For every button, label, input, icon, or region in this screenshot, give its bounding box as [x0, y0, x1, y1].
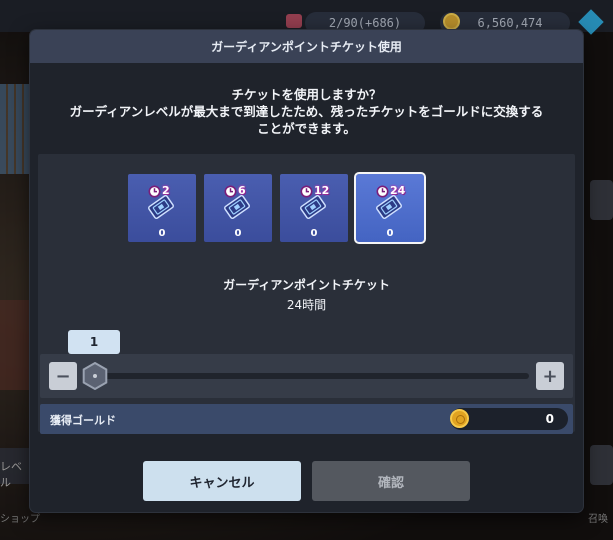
ticket-options: 2 0 6 0 12 0 24 0 — [128, 172, 426, 244]
gold-coin-icon — [450, 409, 469, 428]
ticket-option[interactable]: 24 0 — [354, 172, 426, 244]
ticket-option[interactable]: 12 0 — [280, 174, 348, 242]
message-line: ガーディアンレベルが最大まで到達したため、残ったチケットをゴールドに交換する — [69, 104, 544, 119]
message-line: ことができます。 — [257, 121, 356, 136]
background-level-label: レベル — [0, 448, 30, 489]
slider-track[interactable] — [95, 373, 529, 379]
gold-reward-value: 0 — [545, 412, 554, 426]
ticket-icon — [300, 194, 326, 220]
use-ticket-dialog: ガーディアンポイントチケット使用 チケットを使用しますか？ ガーディアンレベルが… — [30, 30, 583, 512]
confirm-button[interactable]: 確認 — [312, 461, 470, 501]
gold-coin-icon — [443, 13, 460, 30]
gold-reward-label: 獲得ゴールド — [50, 414, 116, 427]
ticket-count: 0 — [386, 228, 394, 239]
ticket-icon — [376, 194, 402, 220]
ticket-icon — [148, 194, 174, 220]
gold-reward-row: 獲得ゴールド 0 — [40, 404, 573, 434]
slider-value-bubble: 1 — [68, 330, 120, 360]
background-window — [0, 84, 30, 174]
background-shop-label: ショップ — [0, 514, 40, 525]
background-shelf — [0, 300, 30, 390]
ticket-option[interactable]: 6 0 — [204, 174, 272, 242]
ticket-currency-icon — [286, 14, 302, 28]
selected-ticket-name: ガーディアンポイントチケット — [223, 278, 390, 292]
dialog-message: チケットを使用しますか？ ガーディアンレベルが最大まで到達したため、残ったチケッ… — [30, 86, 583, 137]
background-summon-label: 召喚 — [588, 514, 608, 525]
dialog-title: ガーディアンポイントチケット使用 — [30, 30, 583, 63]
selected-ticket-duration: 24時間 — [286, 298, 327, 312]
slider-handle[interactable] — [81, 361, 109, 391]
ticket-count: 0 — [158, 228, 166, 239]
background-side-button — [590, 180, 613, 220]
decrease-button[interactable]: − — [49, 362, 77, 390]
increase-button[interactable]: + — [536, 362, 564, 390]
background-side-button — [590, 445, 613, 485]
ticket-count: 0 — [234, 228, 242, 239]
ticket-count: 0 — [310, 228, 318, 239]
cancel-button[interactable]: キャンセル — [143, 461, 301, 501]
ticket-option[interactable]: 2 0 — [128, 174, 196, 242]
quantity-slider[interactable]: − + — [40, 354, 573, 398]
message-line: チケットを使用しますか？ — [231, 87, 382, 102]
ticket-icon — [224, 194, 250, 220]
